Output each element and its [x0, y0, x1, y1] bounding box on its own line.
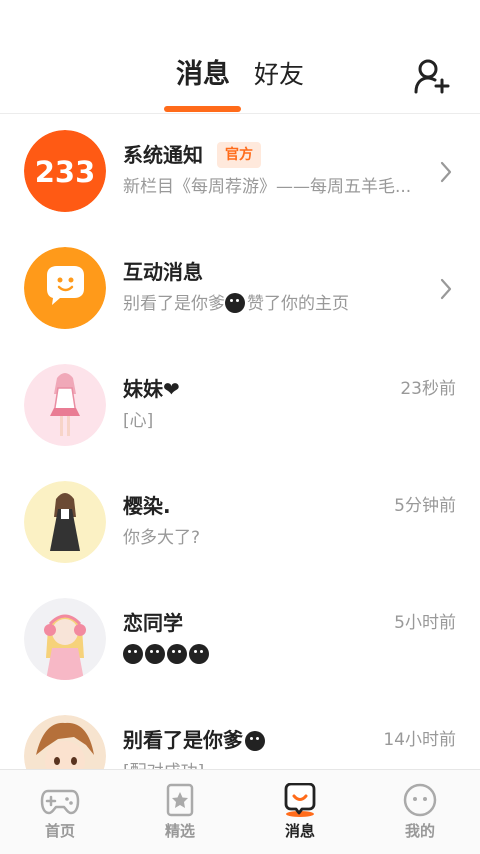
list-item[interactable]: 别看了是你爹 [配对成功] 14小时前: [0, 699, 480, 769]
emoji-moon-icon: [123, 644, 143, 664]
nav-messages[interactable]: 消息: [240, 770, 360, 854]
avatar: [24, 481, 106, 563]
emoji-moon-icon: [167, 644, 187, 664]
nav-label: 精选: [164, 822, 195, 840]
tab-messages[interactable]: 消息: [176, 58, 230, 92]
star-card-icon: [166, 783, 194, 817]
bottom-navigation: 首页 精选 消息 我的: [0, 769, 480, 854]
avatar: [24, 364, 106, 446]
emoji-moon-icon: [145, 644, 165, 664]
conversation-name: 互动消息: [123, 260, 203, 284]
avatar: [24, 247, 106, 329]
conversation-preview: 你多大了?: [123, 528, 201, 548]
nav-profile[interactable]: 我的: [360, 770, 480, 854]
active-tab-indicator: [164, 106, 241, 112]
list-item[interactable]: 互动消息 别看了是你爹 赞了你的主页: [0, 231, 480, 348]
nav-featured[interactable]: 精选: [120, 770, 240, 854]
conversation-preview: [配对成功]: [123, 760, 204, 769]
conversation-name: 别看了是你爹: [123, 727, 267, 753]
anime-boy-avatar-image: [24, 715, 106, 769]
list-item[interactable]: 妹妹❤ [心] 23秒前: [0, 348, 480, 465]
anime-girl-avatar-image: [24, 481, 106, 563]
tab-friends[interactable]: 好友: [254, 58, 304, 92]
list-item[interactable]: 樱染. 你多大了? 5分钟前: [0, 465, 480, 582]
conversation-name: 恋同学: [123, 611, 183, 635]
emoji-moon-icon: [225, 293, 245, 313]
conversation-preview: 新栏目《每周荐游》——每周五羊毛...: [123, 177, 412, 197]
conversation-name: 妹妹❤: [123, 377, 180, 401]
svg-text:233: 233: [35, 155, 96, 189]
conversation-preview: [123, 643, 211, 667]
face-icon: [403, 783, 437, 817]
conversation-preview: 别看了是你爹 赞了你的主页: [123, 293, 349, 314]
anime-girl-avatar-image: [24, 364, 106, 446]
gamepad-icon: [40, 789, 80, 815]
nav-label: 消息: [284, 822, 315, 840]
avatar: 233: [24, 130, 106, 212]
chat-bubble-icon: [24, 247, 106, 329]
emoji-moon-icon: [245, 731, 265, 751]
emoji-moon-icon: [189, 644, 209, 664]
avatar: [24, 715, 106, 769]
message-time: 14小时前: [383, 730, 456, 750]
conversation-name: 樱染.: [123, 494, 171, 518]
list-item[interactable]: 恋同学 5小时前: [0, 582, 480, 699]
nav-label: 首页: [44, 822, 75, 840]
conversation-name: 系统通知 官方: [123, 142, 261, 168]
list-item[interactable]: 233 系统通知 官方 新栏目《每周荐游》——每周五羊毛...: [0, 114, 480, 231]
message-time: 5分钟前: [394, 496, 456, 516]
233-logo-icon: 233: [24, 130, 106, 212]
top-header: 消息 好友: [0, 0, 480, 114]
chevron-right-icon: [440, 278, 452, 300]
message-smile-icon: [284, 783, 316, 817]
add-user-icon[interactable]: [414, 58, 450, 94]
message-time: 5小时前: [394, 613, 456, 633]
conversation-preview: [心]: [123, 411, 154, 431]
message-time: 23秒前: [400, 379, 456, 399]
nav-label: 我的: [404, 822, 435, 840]
conversation-list: 233 系统通知 官方 新栏目《每周荐游》——每周五羊毛... 互动消息 别看了是…: [0, 114, 480, 769]
anime-girl-avatar-image: [24, 598, 106, 680]
chevron-right-icon: [440, 161, 452, 183]
nav-home[interactable]: 首页: [0, 770, 120, 854]
avatar: [24, 598, 106, 680]
official-badge: 官方: [217, 142, 261, 168]
